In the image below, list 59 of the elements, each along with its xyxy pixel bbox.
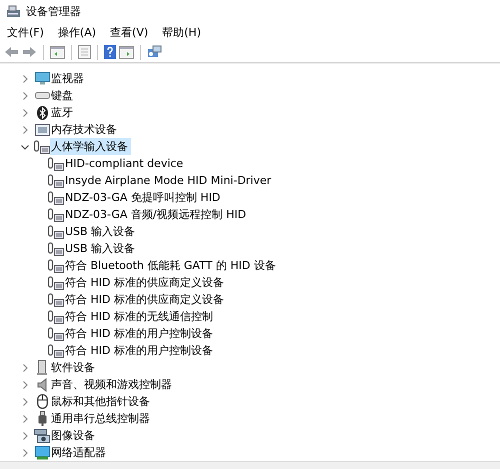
back-arrow-icon[interactable] xyxy=(4,46,19,58)
tree-item[interactable]: 鼠标和其他指针设备 xyxy=(50,393,153,410)
tree-item[interactable]: 键盘 xyxy=(50,87,76,104)
network-adapter-icon xyxy=(34,446,50,460)
hid-device-icon xyxy=(48,242,64,256)
menu-item[interactable]: 帮助(H) xyxy=(157,22,206,42)
keyboard-icon xyxy=(34,91,50,100)
tree-item[interactable]: 软件设备 xyxy=(50,359,98,376)
hid-device-icon xyxy=(48,326,64,340)
hid-device-icon xyxy=(48,174,64,188)
monitor-icon xyxy=(34,72,50,85)
hid-device-icon xyxy=(48,258,64,272)
hid-device-icon xyxy=(48,344,64,358)
camera-icon xyxy=(34,428,50,442)
tree-item[interactable]: 网络适配器 xyxy=(50,444,109,461)
menu-item[interactable]: 查看(V) xyxy=(105,22,154,42)
hid-device-icon xyxy=(48,156,64,170)
tree-item[interactable]: 符合 HID 标准的用户控制设备 xyxy=(64,342,216,359)
action-pane-icon[interactable] xyxy=(119,46,134,58)
tree-item[interactable]: NDZ-03-GA 音频/视频远程控制 HID xyxy=(64,206,250,223)
console-tree-icon[interactable] xyxy=(50,46,65,58)
tree-item[interactable]: USB 输入设备 xyxy=(64,223,138,240)
tree-item[interactable]: 人体学输入设备 xyxy=(50,138,131,155)
tree-item[interactable]: 符合 HID 标准的供应商定义设备 xyxy=(64,274,227,291)
speaker-icon xyxy=(36,378,48,392)
tree-item[interactable]: 声音、视频和游戏控制器 xyxy=(50,376,175,393)
memory-card-icon xyxy=(34,124,50,136)
properties-icon[interactable] xyxy=(78,45,91,59)
tree-item[interactable]: HID-compliant device xyxy=(64,155,186,172)
tree-item[interactable]: Insyde Airplane Mode HID Mini-Driver xyxy=(64,172,274,189)
tree-item[interactable]: 内存技术设备 xyxy=(50,121,120,138)
window-title: 设备管理器 xyxy=(26,4,81,18)
tree-item[interactable]: 符合 HID 标准的用户控制设备 xyxy=(64,325,216,342)
hid-device-icon xyxy=(48,292,64,306)
forward-arrow-icon[interactable] xyxy=(22,46,37,58)
scan-hardware-icon[interactable] xyxy=(147,45,162,59)
usb-plug-icon xyxy=(38,411,46,426)
tree-item[interactable]: 符合 HID 标准的供应商定义设备 xyxy=(64,291,227,308)
hid-device-icon xyxy=(34,140,50,154)
tree-item[interactable]: USB 输入设备 xyxy=(64,240,138,257)
tree-item[interactable]: 图像设备 xyxy=(50,427,98,444)
device-manager-icon xyxy=(6,4,21,18)
tree-item[interactable]: 符合 Bluetooth 低能耗 GATT 的 HID 设备 xyxy=(64,257,279,274)
mouse-icon xyxy=(36,394,48,409)
hid-device-icon xyxy=(48,190,64,204)
help-icon[interactable] xyxy=(104,45,116,59)
hid-device-icon xyxy=(48,276,64,290)
tree-item[interactable]: NDZ-03-GA 免提呼叫控制 HID xyxy=(64,189,224,206)
tree-item[interactable]: 监视器 xyxy=(50,70,87,87)
tree-item[interactable]: 符合 HID 标准的无线通信控制 xyxy=(64,308,216,325)
menu-item[interactable]: 文件(F) xyxy=(2,22,49,42)
software-device-icon xyxy=(37,360,47,375)
hid-device-icon xyxy=(48,310,64,324)
tree-item[interactable]: 通用串行总线控制器 xyxy=(50,410,153,427)
bluetooth-icon xyxy=(36,106,48,120)
tree-item[interactable]: 蓝牙 xyxy=(50,104,76,121)
hid-device-icon xyxy=(48,224,64,238)
menu-item[interactable]: 操作(A) xyxy=(52,22,102,42)
hid-device-icon xyxy=(48,208,64,222)
